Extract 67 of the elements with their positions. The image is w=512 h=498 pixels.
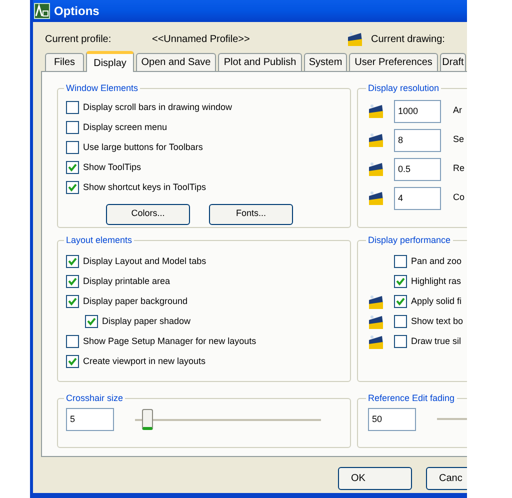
checkbox-label: Create viewport in new layouts xyxy=(83,354,206,368)
dialog-button[interactable]: Canc xyxy=(426,467,467,490)
checkbox[interactable] xyxy=(66,161,79,174)
group-title: Layout elements xyxy=(65,234,134,247)
checkbox[interactable] xyxy=(394,295,407,308)
checkbox[interactable] xyxy=(66,255,79,268)
slider-thumb[interactable] xyxy=(142,408,153,430)
resolution-field[interactable]: 4 xyxy=(394,186,441,210)
checkbox[interactable] xyxy=(66,181,79,194)
fading-field[interactable]: 50 xyxy=(368,408,416,430)
checkbox-label: Display scroll bars in drawing window xyxy=(83,100,232,114)
checkbox[interactable] xyxy=(66,121,79,134)
checkbox[interactable] xyxy=(66,335,79,348)
drawing-icon xyxy=(347,31,363,47)
checkbox-label: Apply solid fi xyxy=(411,294,462,308)
group-title: Display performance xyxy=(367,234,452,247)
checkbox-label: Display printable area xyxy=(83,274,170,288)
checkbox-label: Draw true sil xyxy=(411,334,462,348)
checkbox-label: Display paper shadow xyxy=(102,314,191,328)
checkbox-label: Use large buttons for Toolbars xyxy=(83,140,203,154)
window-title: Options xyxy=(54,3,100,20)
group-title: Window Elements xyxy=(65,82,140,95)
checkbox-label: Show shortcut keys in ToolTips xyxy=(83,180,206,194)
group-title: Display resolution xyxy=(367,82,440,95)
checkbox[interactable] xyxy=(66,141,79,154)
checkbox-label: Highlight ras xyxy=(411,274,462,288)
checkbox-label: Display screen menu xyxy=(83,120,168,134)
checkbox[interactable] xyxy=(394,275,407,288)
dialog-button[interactable]: Colors... xyxy=(106,204,190,224)
app-icon xyxy=(34,3,50,19)
dialog-button[interactable]: OK xyxy=(338,467,412,490)
drawing-label: Current drawing: xyxy=(371,32,445,46)
field-label: Ar xyxy=(453,104,462,118)
checkbox[interactable] xyxy=(394,255,407,268)
field-label: Co xyxy=(453,191,465,204)
checkbox-label: Display paper background xyxy=(83,294,188,308)
group-title: Reference Edit fading xyxy=(367,392,456,405)
checkbox[interactable] xyxy=(85,315,98,328)
resolution-field[interactable]: 0.5 xyxy=(394,158,441,180)
tab[interactable]: Draft xyxy=(440,53,466,71)
checkbox-label: Pan and zoo xyxy=(411,254,462,268)
checkbox-label: Display Layout and Model tabs xyxy=(83,254,206,268)
tab[interactable]: Display xyxy=(86,51,134,72)
checkbox-label: Show Page Setup Manager for new layouts xyxy=(83,334,256,348)
crosshair-size-field[interactable]: 5 xyxy=(66,408,114,430)
slider[interactable] xyxy=(135,408,321,430)
checkbox[interactable] xyxy=(394,315,407,328)
checkbox[interactable] xyxy=(66,101,79,114)
checkbox[interactable] xyxy=(66,355,79,368)
tab[interactable]: Files xyxy=(45,53,84,71)
tab[interactable]: User Preferences xyxy=(349,53,438,71)
checkbox[interactable] xyxy=(66,295,79,308)
field-label: Se xyxy=(453,133,464,146)
tab[interactable]: Plot and Publish xyxy=(218,53,302,71)
resolution-field[interactable]: 8 xyxy=(394,128,441,152)
dialog-button[interactable]: Fonts... xyxy=(209,204,293,224)
checkbox[interactable] xyxy=(394,335,407,348)
profile-name: <<Unnamed Profile>> xyxy=(152,32,251,46)
tab[interactable]: System xyxy=(304,53,347,71)
field-label: Re xyxy=(453,162,465,176)
resolution-field[interactable]: 1000 xyxy=(394,100,441,122)
tab[interactable]: Open and Save xyxy=(136,53,216,71)
checkbox-label: Show text bo xyxy=(411,314,464,328)
group-title: Crosshair size xyxy=(65,392,124,405)
checkbox[interactable] xyxy=(66,275,79,288)
profile-label: Current profile: xyxy=(45,32,112,46)
checkbox-label: Show ToolTips xyxy=(83,160,142,174)
